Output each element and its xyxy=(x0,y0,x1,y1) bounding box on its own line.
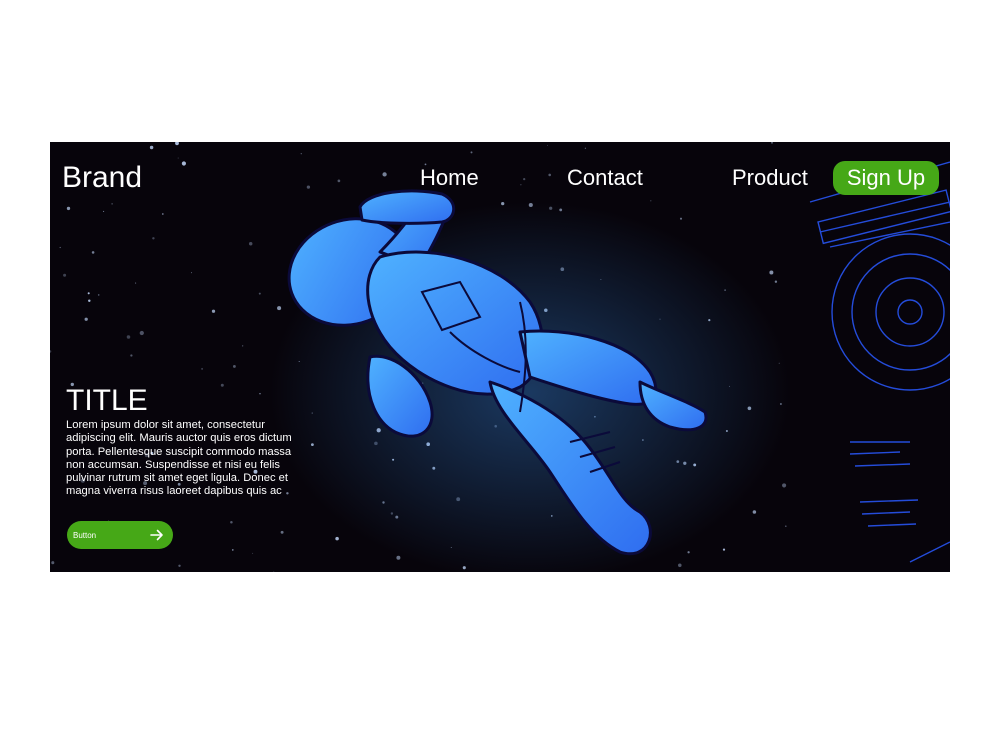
hero-description: Lorem ipsum dolor sit amet, consectetur … xyxy=(66,419,292,498)
nav-link-product[interactable]: Product xyxy=(732,167,808,189)
hero-banner: Brand Home Contact Product Sign Up TITLE… xyxy=(50,142,950,572)
hero-cta-button[interactable]: Button xyxy=(67,521,173,549)
signup-button[interactable]: Sign Up xyxy=(833,161,939,195)
astronaut-background-image xyxy=(50,142,950,572)
brand-logo[interactable]: Brand xyxy=(62,163,142,193)
arrow-right-icon xyxy=(150,529,163,541)
hero-cta-label: Button xyxy=(73,530,97,540)
nav-link-home[interactable]: Home xyxy=(420,167,479,189)
nav-link-contact[interactable]: Contact xyxy=(567,167,643,189)
hero-title: TITLE xyxy=(66,384,148,417)
